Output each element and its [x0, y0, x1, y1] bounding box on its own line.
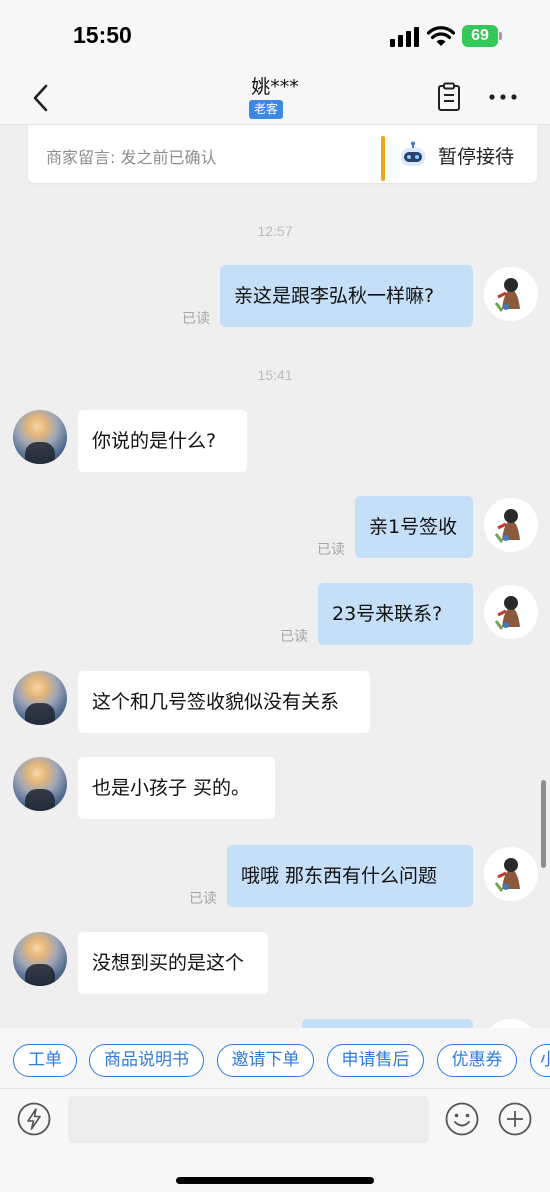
outgoing-message[interactable]: 23号来联系?: [318, 583, 473, 645]
read-status: 已读: [189, 891, 217, 907]
robot-icon: [401, 141, 425, 166]
pause-reception-label: 暂停接待: [438, 145, 515, 168]
wifi-icon: [427, 26, 455, 46]
chat-scrollbar[interactable]: [541, 780, 546, 868]
quick-reply-coupon[interactable]: 优惠券: [437, 1044, 517, 1077]
contact-name: 姚***: [251, 76, 299, 98]
home-indicator: [176, 1177, 374, 1184]
timestamp: 15:41: [257, 367, 293, 383]
quick-reply-product-manual[interactable]: 商品说明书: [89, 1044, 204, 1077]
lightning-icon[interactable]: [16, 1101, 52, 1137]
read-status: 已读: [182, 311, 210, 327]
read-status: 已读: [317, 542, 345, 558]
quick-reply-invite-order[interactable]: 邀请下单: [217, 1044, 314, 1077]
signal-icon: [390, 27, 420, 47]
incoming-message[interactable]: 没想到买的是这个: [78, 932, 268, 994]
battery-level: 69: [462, 25, 498, 47]
battery-icon: 69: [462, 25, 502, 47]
more-icon[interactable]: [486, 82, 520, 112]
incoming-message[interactable]: 也是小孩子 买的。: [78, 757, 275, 819]
nav-bar: 姚*** 老客: [0, 70, 550, 125]
merchant-note-bar: 商家留言: 发之前已确认 暂停接待: [28, 125, 537, 183]
quick-reply-work-order[interactable]: 工单: [13, 1044, 77, 1077]
status-bar: 15:50 69: [0, 0, 550, 70]
my-avatar[interactable]: [484, 267, 538, 321]
quick-reply-partial[interactable]: 小: [530, 1044, 550, 1077]
my-avatar[interactable]: [484, 847, 538, 901]
message-input[interactable]: [68, 1096, 429, 1143]
status-time: 15:50: [73, 22, 132, 48]
my-avatar[interactable]: [484, 1019, 538, 1028]
merchant-note-text: 商家留言: 发之前已确认: [46, 148, 217, 167]
outgoing-message-partial[interactable]: [302, 1019, 473, 1028]
customer-avatar[interactable]: [13, 932, 67, 986]
incoming-message[interactable]: 这个和几号签收貌似没有关系: [78, 671, 370, 733]
my-avatar[interactable]: [484, 498, 538, 552]
pause-reception-button[interactable]: 暂停接待: [398, 135, 514, 175]
incoming-message[interactable]: 你说的是什么?: [78, 410, 247, 472]
customer-avatar[interactable]: [13, 410, 67, 464]
input-bar: [0, 1088, 550, 1192]
outgoing-message[interactable]: 哦哦 那东西有什么问题: [227, 845, 473, 907]
emoji-icon[interactable]: [444, 1101, 480, 1137]
customer-badge: 老客: [249, 100, 283, 119]
quick-reply-bar: 工单 商品说明书 邀请下单 申请售后 优惠券 小: [0, 1028, 550, 1088]
plus-icon[interactable]: [497, 1101, 533, 1137]
my-avatar[interactable]: [484, 585, 538, 639]
read-status: 已读: [280, 629, 308, 645]
clipboard-icon[interactable]: [434, 82, 464, 112]
customer-avatar[interactable]: [13, 671, 67, 725]
outgoing-message[interactable]: 亲这是跟李弘秋一样嘛?: [220, 265, 473, 327]
timestamp: 12:57: [257, 223, 293, 239]
outgoing-message[interactable]: 亲1号签收: [355, 496, 473, 558]
quick-reply-after-sales[interactable]: 申请售后: [327, 1044, 424, 1077]
chat-messages[interactable]: 12:57 已读 亲这是跟李弘秋一样嘛? 15:41 你说的是什么? 已读 亲1…: [0, 183, 550, 1028]
note-divider: [381, 136, 385, 181]
customer-avatar[interactable]: [13, 757, 67, 811]
